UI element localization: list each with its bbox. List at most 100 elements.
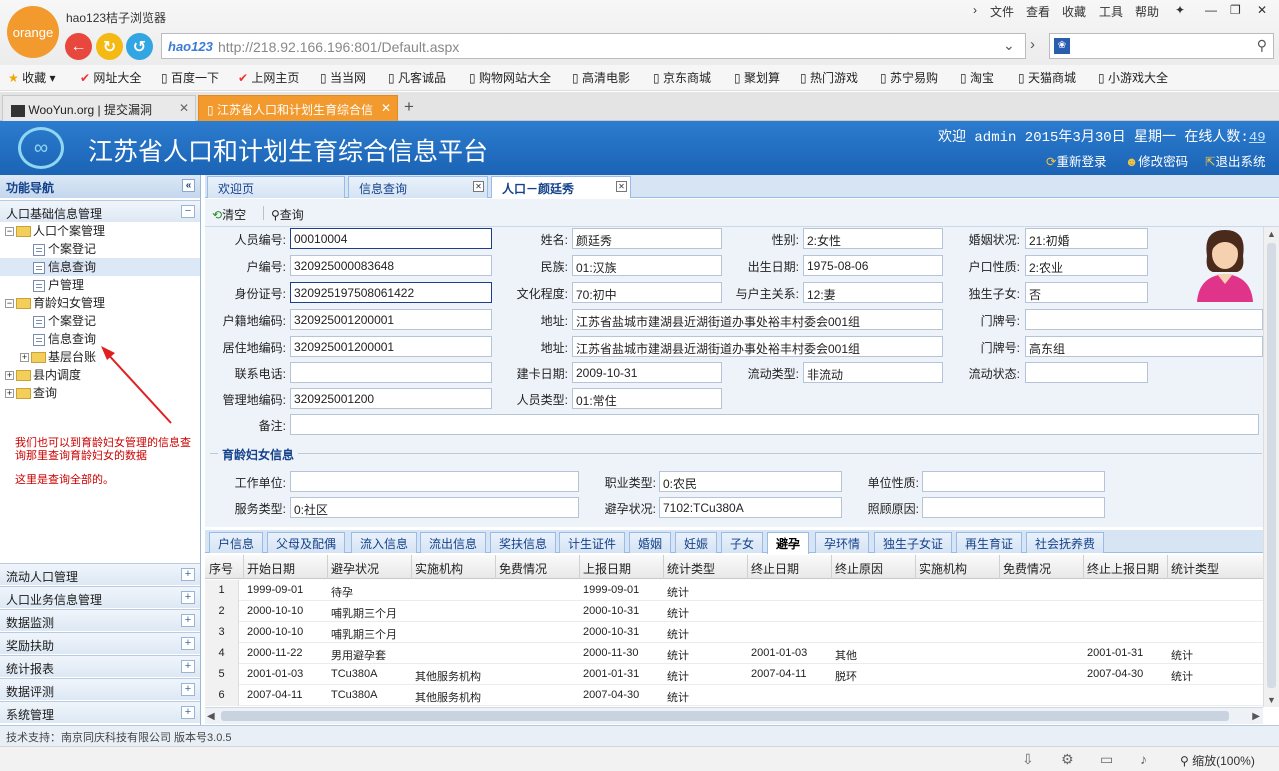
grid-header-cell[interactable]: 免费情况 — [1003, 560, 1051, 577]
plus-icon[interactable]: + — [5, 389, 14, 399]
grid-column-divider[interactable] — [663, 555, 664, 579]
address-bar[interactable]: hao123 http://218.92.166.196:801/Default… — [161, 33, 1026, 59]
horizontal-scrollbar[interactable]: ◀ ▶ — [205, 707, 1263, 724]
browser-tab-wooyun[interactable]: WooYun.org | 提交漏洞 ✕ — [2, 95, 196, 121]
new-tab-button[interactable]: + — [404, 97, 414, 117]
tab-close-icon[interactable]: ✕ — [473, 181, 484, 192]
change-password-link[interactable]: ☻修改密码 — [1125, 151, 1188, 170]
input-relation[interactable]: 12:妻 — [803, 282, 943, 303]
bookmark-item[interactable]: ▯ 小游戏大全 — [1098, 69, 1168, 86]
display-icon[interactable]: ▭ — [1100, 751, 1113, 768]
grid-header-cell[interactable]: 上报日期 — [583, 560, 631, 577]
expand-icon[interactable]: + — [181, 660, 195, 673]
tab-close-icon[interactable]: ✕ — [381, 101, 391, 115]
grid-header-cell[interactable]: 实施机构 — [919, 560, 967, 577]
subtab-outflow[interactable]: 流出信息 — [420, 532, 487, 553]
collapse-nav-icon[interactable]: « — [182, 179, 195, 192]
input-residence-code[interactable]: 320925001200001 — [290, 336, 492, 357]
grid-column-divider[interactable] — [999, 555, 1000, 579]
pin-icon[interactable]: ✦ — [1175, 3, 1185, 17]
nav-section-evaluation[interactable]: 数据评测 + — [0, 678, 200, 700]
input-care-reason[interactable] — [922, 497, 1105, 518]
scroll-left-icon[interactable]: ◀ — [207, 711, 215, 722]
tree-item-household[interactable]: 户管理 — [33, 276, 84, 294]
refresh-icon[interactable]: ↻ — [96, 33, 123, 60]
close-window-icon[interactable]: ✕ — [1257, 3, 1267, 17]
browser-tab-active[interactable]: ▯ 江苏省人口和计划生育综合信 ✕ — [198, 95, 398, 121]
tree-item-case-register[interactable]: 个案登记 — [33, 240, 96, 258]
subtab-certificate[interactable]: 计生证件 — [559, 532, 626, 553]
grid-header-cell[interactable]: 终止上报日期 — [1087, 560, 1159, 577]
input-name[interactable]: 颜廷秀 — [572, 228, 722, 249]
menu-tools[interactable]: 工具 — [1099, 3, 1123, 20]
nav-section-floating[interactable]: 流动人口管理 + — [0, 563, 200, 585]
grid-column-divider[interactable] — [1167, 555, 1168, 579]
expand-icon[interactable]: + — [181, 568, 195, 581]
input-address[interactable]: 江苏省盐城市建湖县近湖街道办事处裕丰村委会001组 — [572, 309, 943, 330]
search-box[interactable]: ❀ ⚲ — [1049, 33, 1274, 59]
subtab-ring-check[interactable]: 孕环情 — [815, 532, 870, 553]
table-row[interactable]: 4 2000-11-22 男用避孕套 2000-11-30 统计 2001-01-03 其他… — [205, 643, 1263, 664]
tab-person-detail[interactable]: 人口－颜廷秀 ✕ — [491, 176, 631, 198]
vertical-scrollbar[interactable]: ▲ ▼ — [1263, 227, 1279, 707]
minus-icon[interactable]: − — [5, 227, 14, 237]
grid-column-divider[interactable] — [915, 555, 916, 579]
grid-header-cell[interactable]: 终止日期 — [751, 560, 799, 577]
tree-item-query[interactable]: + 查询 — [5, 384, 57, 402]
back-icon[interactable]: ← — [65, 33, 92, 60]
grid-column-divider[interactable] — [243, 555, 244, 579]
input-residence-address[interactable]: 江苏省盐城市建湖县近湖街道办事处裕丰村委会001组 — [572, 336, 943, 357]
input-id-card[interactable]: 320925197508061422 — [290, 282, 492, 303]
tab-close-icon[interactable]: ✕ — [179, 101, 189, 115]
menu-file[interactable]: 文件 — [990, 3, 1014, 20]
input-occupation[interactable]: 0:农民 — [659, 471, 842, 492]
bookmark-item[interactable]: ▯ 高清电影 — [572, 69, 630, 86]
subtab-social-fee[interactable]: 社会抚养费 — [1026, 532, 1105, 553]
menu-help[interactable]: 帮助 — [1135, 3, 1159, 20]
settings-icon[interactable]: ⚙ — [1061, 751, 1074, 768]
bookmark-item[interactable]: ▯ 凡客诚品 — [388, 69, 446, 86]
nav-section-business[interactable]: 人口业务信息管理 + — [0, 586, 200, 608]
scroll-right-icon[interactable]: ▶ — [1252, 711, 1260, 722]
subtab-household[interactable]: 户信息 — [209, 532, 264, 553]
input-person-type[interactable]: 01:常住 — [572, 388, 722, 409]
input-card-date[interactable]: 2009-10-31 — [572, 362, 722, 383]
subtab-marriage[interactable]: 婚姻 — [629, 532, 672, 553]
bookmark-item[interactable]: ▯ 热门游戏 — [800, 69, 858, 86]
subtab-only-child-cert[interactable]: 独生子女证 — [874, 532, 953, 553]
url-text[interactable]: http://218.92.166.196:801/Default.aspx — [218, 39, 459, 55]
grid-header-cell[interactable]: 统计类型 — [667, 560, 715, 577]
grid-header-cell[interactable]: 开始日期 — [247, 560, 295, 577]
plus-icon[interactable]: + — [5, 371, 14, 381]
vscroll-thumb[interactable] — [1267, 243, 1276, 688]
bookmark-item[interactable]: ✔ 上网主页 — [238, 69, 299, 86]
input-ethnicity[interactable]: 01:汉族 — [572, 255, 722, 276]
tree-item-women-management[interactable]: − 育龄妇女管理 — [5, 294, 105, 312]
logout-link[interactable]: ⇱退出系统 — [1205, 151, 1266, 170]
nav-section-reward[interactable]: 奖励扶助 + — [0, 632, 200, 654]
home-icon[interactable]: ↺ — [126, 33, 153, 60]
bookmark-item[interactable]: ▯ 当当网 — [320, 69, 366, 86]
subtab-children[interactable]: 子女 — [721, 532, 764, 553]
input-person-id[interactable]: 00010004 — [290, 228, 492, 249]
tab-info-query[interactable]: 信息查询 ✕ — [348, 176, 488, 198]
bookmark-item[interactable]: ▯ 百度一下 — [161, 69, 219, 86]
input-birthdate[interactable]: 1975-08-06 — [803, 255, 943, 276]
maximize-icon[interactable]: ❐ — [1230, 3, 1241, 17]
input-manage-code[interactable]: 320925001200 — [290, 388, 492, 409]
input-work-unit[interactable] — [290, 471, 579, 492]
bookmark-item[interactable]: ✔ 网址大全 — [80, 69, 141, 86]
grid-column-divider[interactable] — [579, 555, 580, 579]
minus-icon[interactable]: − — [5, 299, 14, 309]
subtab-rebirth-cert[interactable]: 再生育证 — [956, 532, 1023, 553]
grid-header-cell[interactable]: 实施机构 — [415, 560, 463, 577]
download-icon[interactable]: ⇩ — [1022, 751, 1034, 768]
expand-icon[interactable]: + — [181, 614, 195, 627]
tree-item-county-dispatch[interactable]: + 县内调度 — [5, 366, 81, 384]
bookmark-item[interactable]: ▯ 购物网站大全 — [469, 69, 551, 86]
plus-icon[interactable]: + — [20, 353, 29, 363]
nav-section-system[interactable]: 系统管理 + — [0, 701, 200, 723]
expand-icon[interactable]: + — [181, 591, 195, 604]
input-hukou-code[interactable]: 320925001200001 — [290, 309, 492, 330]
grid-header-cell[interactable]: 避孕状况 — [331, 560, 379, 577]
